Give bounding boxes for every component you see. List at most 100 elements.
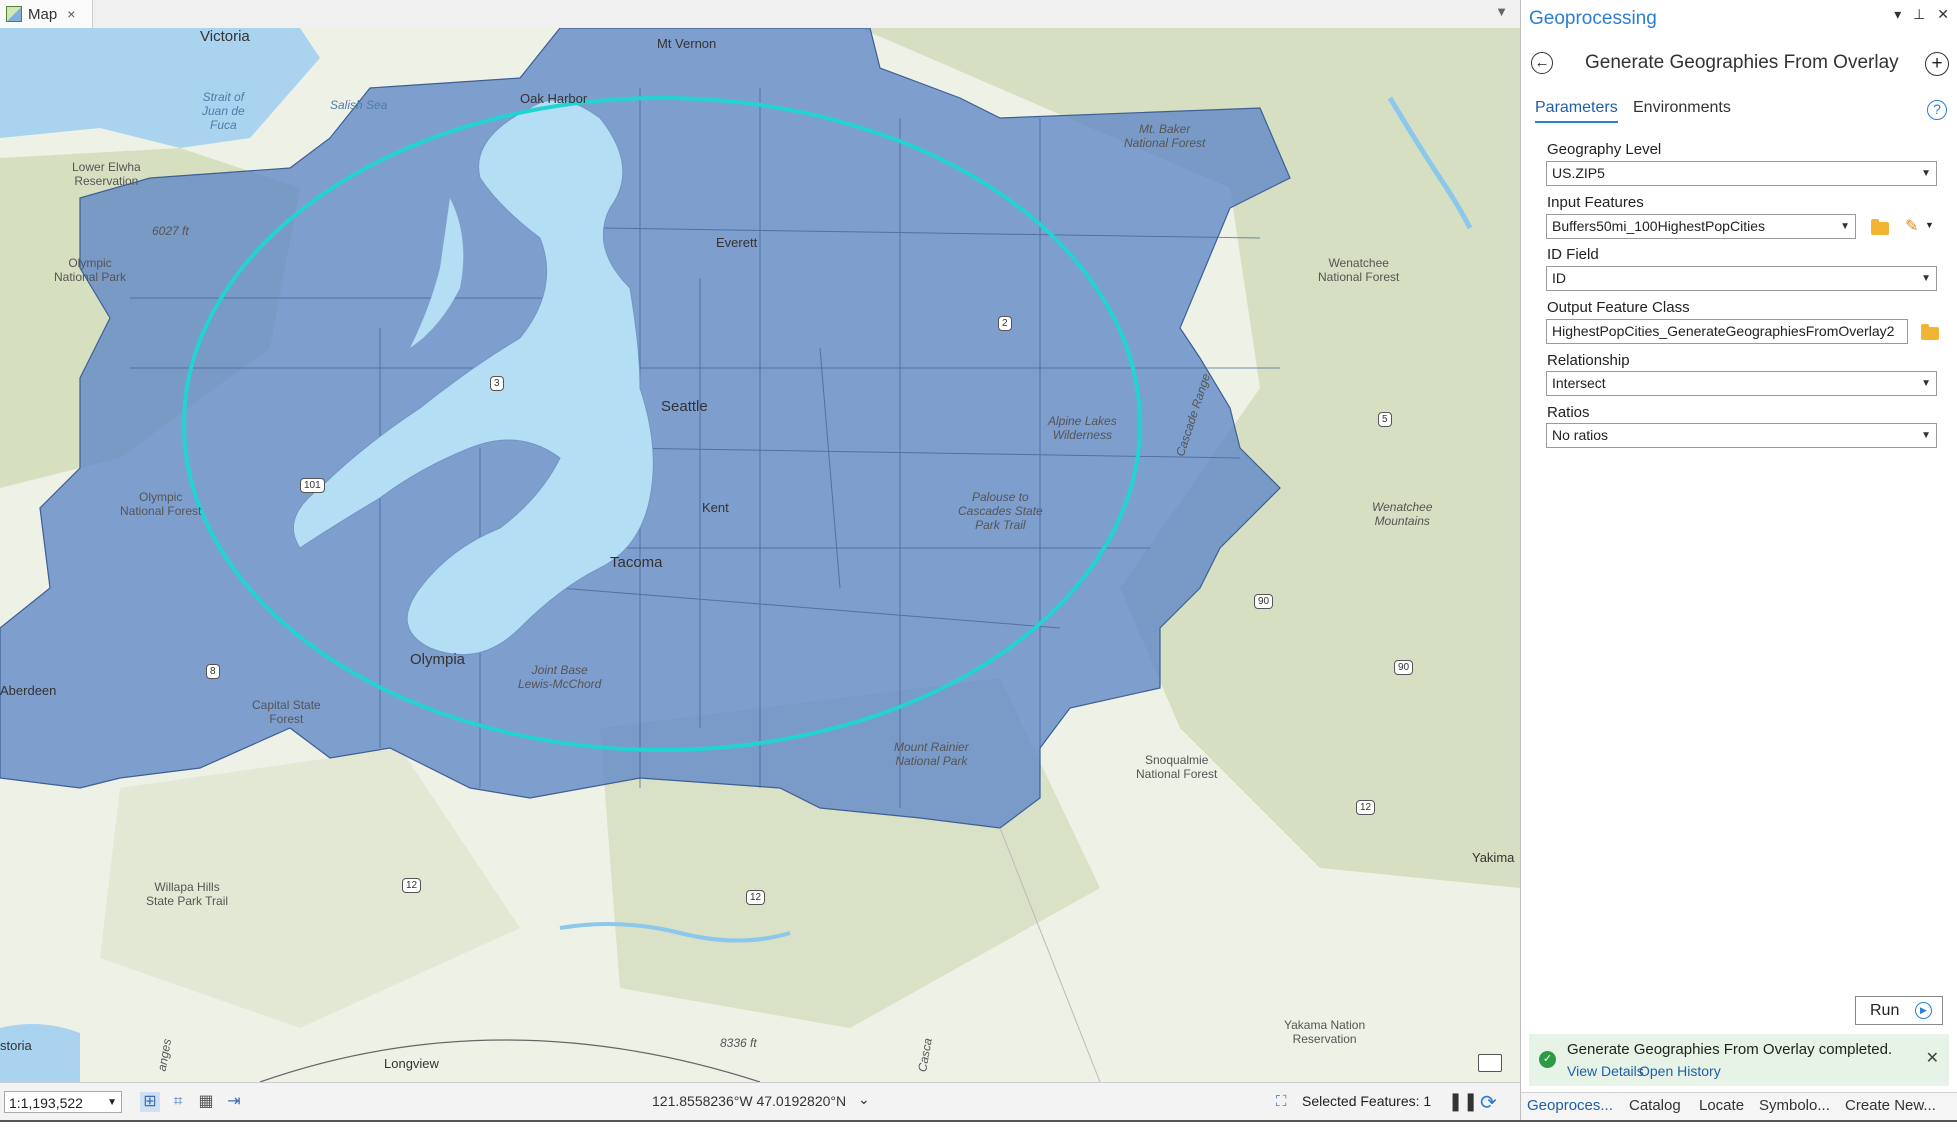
place-label: storia <box>0 1038 32 1053</box>
table-of-contents-icon[interactable] <box>1478 1054 1502 1072</box>
scale-select[interactable]: 1:1,193,522 ▼ <box>4 1091 122 1113</box>
pin-icon[interactable]: ⊥ <box>1913 6 1925 22</box>
highway-shield: 3 <box>490 376 504 391</box>
highway-shield: 8 <box>206 664 220 679</box>
highway-shield: 5 <box>1378 412 1392 427</box>
correction-icon[interactable]: ⇥ <box>224 1092 244 1112</box>
pane-title: Geoprocessing <box>1529 8 1657 29</box>
place-label: 8336 ft <box>720 1036 757 1050</box>
check-icon: ✓ <box>1539 1051 1556 1068</box>
chevron-down-icon[interactable]: ▾ <box>1894 6 1901 22</box>
relationship-select[interactable]: Intersect ▼ <box>1546 371 1937 396</box>
highway-shield: 101 <box>300 478 325 493</box>
highway-shield: 12 <box>402 878 422 893</box>
ratios-select[interactable]: No ratios ▼ <box>1546 423 1937 448</box>
add-button[interactable]: + <box>1925 52 1949 76</box>
map-canvas[interactable]: Victoria Mt Vernon Strait of Juan de Fuc… <box>0 28 1520 1082</box>
chevron-down-icon[interactable]: ▼ <box>1921 267 1931 290</box>
pause-drawing-button[interactable]: ❚❚ <box>1448 1091 1478 1112</box>
back-button[interactable]: ← <box>1531 52 1553 74</box>
input-features-value: Buffers50mi_100HighestPopCities <box>1552 218 1765 234</box>
place-label: Olympic National Park <box>54 256 127 284</box>
chevron-down-icon[interactable]: ▼ <box>1921 162 1931 185</box>
place-label: Lower Elwha Reservation <box>72 160 141 188</box>
chevron-down-icon[interactable]: ▼ <box>1921 424 1931 447</box>
input-features-select[interactable]: Buffers50mi_100HighestPopCities ▼ <box>1546 214 1856 239</box>
highway-shield: 90 <box>1254 594 1274 609</box>
place-label: Olympia <box>410 651 466 668</box>
chevron-down-icon[interactable]: ▼ <box>1840 215 1850 238</box>
open-history-link[interactable]: Open History <box>1639 1063 1721 1079</box>
highway-shield: 12 <box>1356 800 1376 815</box>
arrow-left-icon: ← <box>1534 54 1550 71</box>
plus-icon: + <box>1931 53 1943 74</box>
highway-shield: 90 <box>1394 660 1414 675</box>
place-label: Aberdeen <box>0 683 57 698</box>
grid-icon[interactable]: ▦ <box>196 1092 216 1112</box>
map-tabbar: Map × ▼ <box>0 0 1520 29</box>
place-label: Willapa Hills State Park Trail <box>146 880 229 908</box>
place-label: Oak Harbor <box>520 91 588 106</box>
tab-parameters[interactable]: Parameters <box>1535 99 1618 123</box>
selected-features-count[interactable]: Selected Features: 1 <box>1302 1093 1431 1109</box>
geography-level-value: US.ZIP5 <box>1552 165 1605 181</box>
browse-folder-icon[interactable] <box>1871 219 1889 235</box>
tab-geoprocessing[interactable]: Geoproces... <box>1527 1097 1613 1114</box>
place-label: Yakima <box>1472 850 1515 865</box>
chevron-down-icon[interactable]: ▼ <box>1495 4 1508 19</box>
place-label: Snoqualmie National Forest <box>1136 753 1218 781</box>
highway-shield: 12 <box>746 890 766 905</box>
pencil-icon[interactable]: ✎ <box>1905 216 1918 236</box>
highway-shield: 2 <box>998 316 1012 331</box>
help-icon[interactable]: ? <box>1927 100 1947 120</box>
id-field-select[interactable]: ID ▼ <box>1546 266 1937 291</box>
map-status-bar: 1:1,193,522 ▼ ⊞ ⌗ ▦ ⇥ 121.8558236°W 47.0… <box>0 1082 1520 1121</box>
tab-locate[interactable]: Locate <box>1699 1097 1744 1114</box>
chevron-down-icon[interactable]: ▼ <box>1925 220 1934 230</box>
ratios-value: No ratios <box>1552 427 1609 443</box>
relationship-label: Relationship <box>1547 352 1630 369</box>
chevron-down-icon[interactable]: ▼ <box>1921 372 1931 395</box>
chevron-down-icon[interactable]: ⌄ <box>858 1091 870 1108</box>
place-label: Capital State Forest <box>252 698 321 726</box>
place-label: Mt Vernon <box>657 36 717 51</box>
chevron-down-icon[interactable]: ▼ <box>107 1092 117 1114</box>
tab-environments[interactable]: Environments <box>1633 99 1731 117</box>
input-features-label: Input Features <box>1547 194 1644 211</box>
tab-create-new[interactable]: Create New... <box>1845 1097 1936 1114</box>
tool-title: Generate Geographies From Overlay <box>1585 52 1899 73</box>
place-label: Victoria <box>200 28 250 45</box>
view-details-link[interactable]: View Details <box>1567 1063 1644 1079</box>
basemap <box>0 28 1520 1082</box>
place-label: Mount Rainier National Park <box>894 740 969 768</box>
run-button[interactable]: Run ▶ <box>1855 996 1943 1025</box>
place-label: Salish Sea <box>330 98 388 112</box>
grid-snap-icon[interactable]: ⌗ <box>168 1092 188 1112</box>
relationship-value: Intersect <box>1552 375 1606 391</box>
close-icon[interactable]: × <box>67 6 75 22</box>
browse-folder-icon[interactable] <box>1921 324 1939 340</box>
place-label: Tacoma <box>610 554 663 571</box>
place-label: Seattle <box>661 398 708 415</box>
tab-catalog[interactable]: Catalog <box>1629 1097 1681 1114</box>
refresh-icon[interactable]: ⟳ <box>1480 1090 1497 1115</box>
close-icon[interactable]: ✕ <box>1926 1048 1939 1068</box>
place-label: 6027 ft <box>152 224 189 238</box>
play-icon: ▶ <box>1915 1002 1932 1019</box>
place-label: Olympic National Forest <box>120 490 202 518</box>
place-label: Kent <box>702 500 729 515</box>
selection-icon[interactable]: ⛶ <box>1276 1093 1287 1110</box>
place-label: Palouse to Cascades State Park Trail <box>958 490 1043 532</box>
output-feature-class-input[interactable]: HighestPopCities_GenerateGeographiesFrom… <box>1546 319 1908 344</box>
tab-map[interactable]: Map × <box>0 0 93 28</box>
place-label: Longview <box>384 1056 439 1071</box>
close-icon[interactable]: ✕ <box>1937 6 1949 22</box>
place-label: Strait of Juan de Fuca <box>202 90 245 132</box>
snapping-icon[interactable]: ⊞ <box>140 1092 160 1112</box>
ratios-label: Ratios <box>1547 404 1590 421</box>
geography-level-select[interactable]: US.ZIP5 ▼ <box>1546 161 1937 186</box>
tab-symbology[interactable]: Symbolo... <box>1759 1097 1830 1114</box>
place-label: Mt. Baker National Forest <box>1124 122 1206 150</box>
place-label: Yakama Nation Reservation <box>1284 1018 1366 1046</box>
bottom-tabs: Geoproces... Catalog Locate Symbolo... C… <box>1521 1092 1957 1120</box>
